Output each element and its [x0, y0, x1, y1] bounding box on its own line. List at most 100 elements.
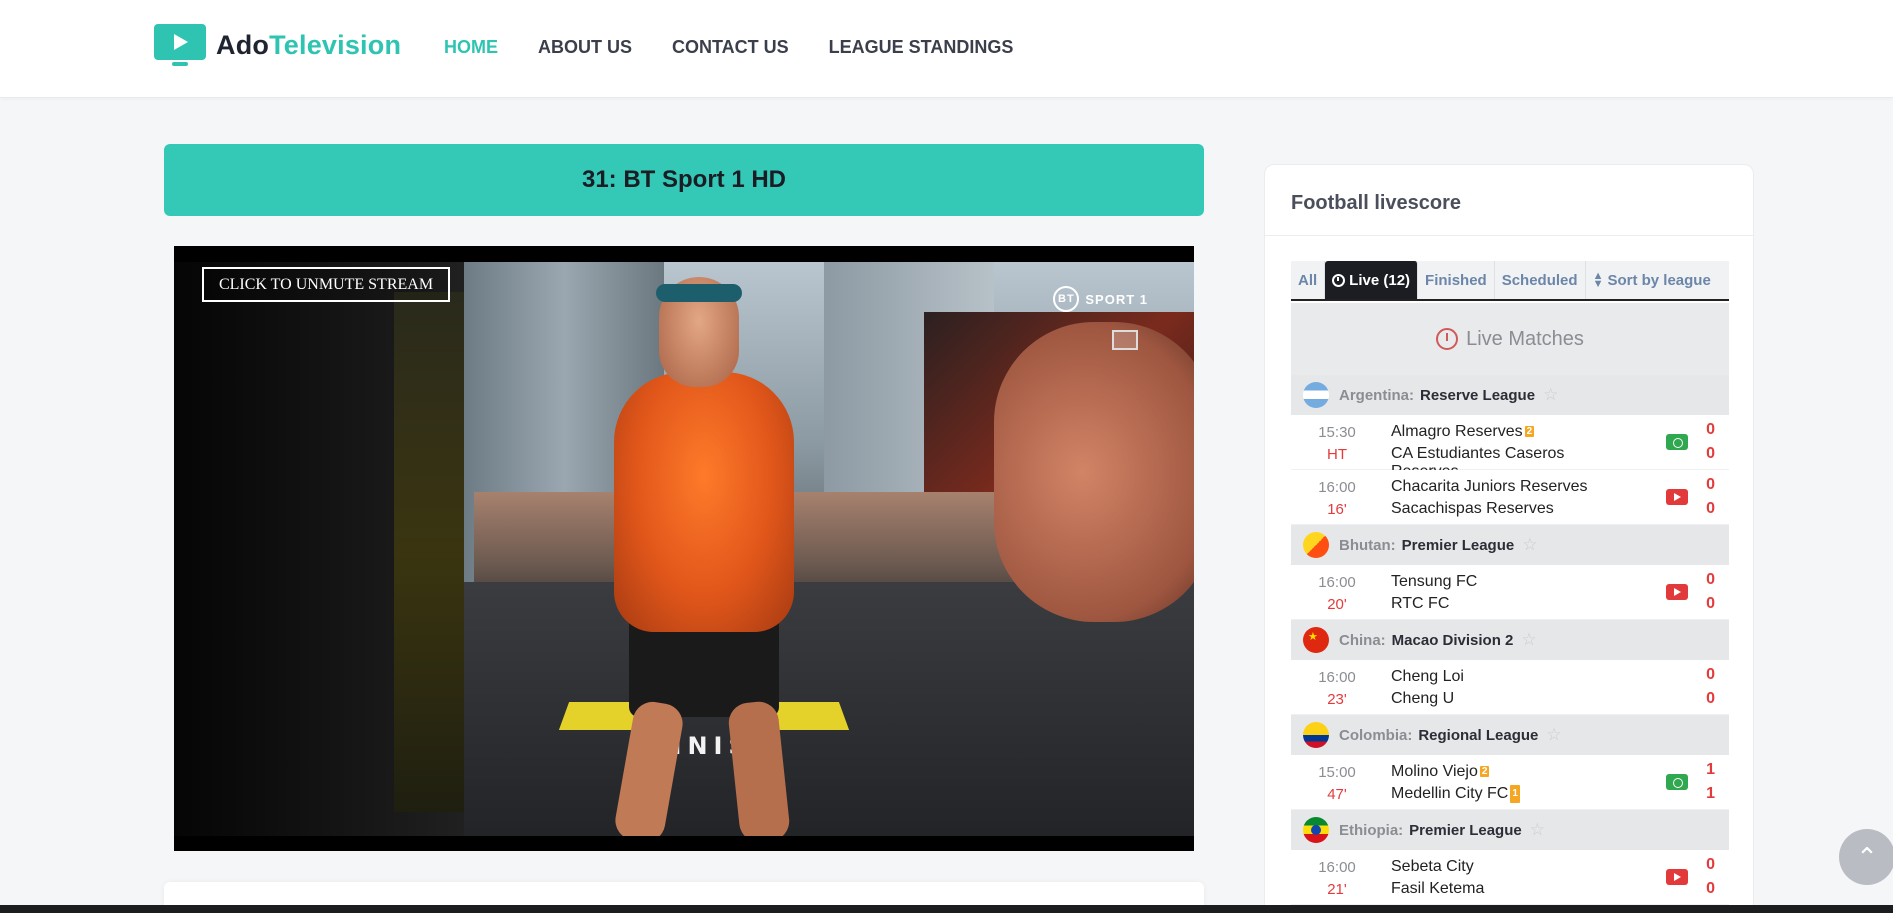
- tab-sort-by-league[interactable]: ▲ ▼ Sort by league: [1586, 261, 1718, 299]
- favorite-star-icon[interactable]: ☆: [1521, 630, 1536, 650]
- home-score: 0: [1706, 856, 1715, 873]
- home-team-name: Molino Viejo: [1391, 763, 1478, 780]
- site-logo[interactable]: AdoTelevision: [154, 24, 401, 66]
- video-icon[interactable]: [1666, 869, 1688, 885]
- brand-name-part2: Television: [269, 29, 402, 60]
- flag-et-icon: [1303, 817, 1329, 843]
- league-header[interactable]: Bhutan: Premier League ☆: [1291, 525, 1729, 565]
- match-status: 20': [1327, 596, 1347, 613]
- scroll-to-top-button[interactable]: ⌃: [1839, 829, 1893, 885]
- tab-scheduled[interactable]: Scheduled: [1495, 261, 1586, 299]
- video-frame[interactable]: FINISH BT SPORT 1: [174, 262, 1194, 836]
- home-team: Tensung FC: [1391, 573, 1477, 591]
- match-row[interactable]: 16:00 20' Tensung FC RTC FC 0 0: [1291, 565, 1729, 620]
- favorite-star-icon[interactable]: ☆: [1530, 820, 1545, 840]
- home-team: Almagro Reserves 2: [1391, 423, 1535, 441]
- away-team: RTC FC: [1391, 595, 1449, 613]
- league-country: Ethiopia:: [1339, 821, 1404, 839]
- channel-title: 31: BT Sport 1 HD: [581, 166, 787, 193]
- sort-icon: ▲ ▼: [1592, 270, 1604, 290]
- tv-logo-icon: [154, 24, 206, 66]
- clock-icon: [1332, 273, 1346, 287]
- match-time: 16:00: [1318, 669, 1356, 686]
- tab-finished[interactable]: Finished: [1418, 261, 1495, 299]
- away-team: Fasil Ketema: [1391, 880, 1484, 898]
- away-team-name: Cheng U: [1391, 690, 1455, 707]
- match-row[interactable]: 16:00 23' Cheng Loi Cheng U 0 0: [1291, 660, 1729, 715]
- live-matches-heading: Live Matches: [1291, 303, 1729, 375]
- tab-live[interactable]: Live (12): [1325, 261, 1419, 299]
- pitch-icon[interactable]: [1666, 434, 1688, 450]
- home-score: 0: [1706, 476, 1715, 493]
- card-count-badge: 2: [1524, 426, 1535, 437]
- away-team: Medellin City FC 1: [1391, 785, 1520, 803]
- brand-name-part1: Ado: [216, 29, 270, 60]
- nav-home[interactable]: HOME: [444, 37, 498, 58]
- tab-sort-label: Sort by league: [1607, 271, 1711, 289]
- divider: [1265, 235, 1753, 236]
- favorite-star-icon[interactable]: ☆: [1522, 535, 1537, 555]
- video-icon[interactable]: [1666, 489, 1688, 505]
- away-score: 0: [1706, 690, 1715, 707]
- video-player[interactable]: FINISH BT SPORT 1 CLICK TO UNMUTE STREAM: [174, 246, 1194, 851]
- flag-co-icon: [1303, 722, 1329, 748]
- tab-all-label: All: [1298, 271, 1318, 289]
- league-header[interactable]: Argentina: Reserve League ☆: [1291, 375, 1729, 415]
- home-score: 0: [1706, 571, 1715, 588]
- livescore-title: Football livescore: [1291, 192, 1462, 214]
- main-nav: HOME ABOUT US CONTACT US LEAGUE STANDING…: [444, 37, 1013, 58]
- league-header[interactable]: Ethiopia: Premier League ☆: [1291, 810, 1729, 850]
- match-list: Argentina: Reserve League ☆ 15:30 HT Almagro …: [1291, 375, 1729, 905]
- tab-all[interactable]: All: [1291, 261, 1326, 299]
- match-row[interactable]: 15:00 47' Molino Viejo 2 Medellin City FC 1 1 1: [1291, 755, 1729, 810]
- away-score: 0: [1706, 500, 1715, 517]
- brand-name: AdoTelevision: [216, 30, 401, 61]
- home-team: Molino Viejo 2: [1391, 763, 1490, 781]
- away-team: Sacachispas Reserves: [1391, 500, 1554, 518]
- match-time: 15:00: [1318, 764, 1356, 781]
- favorite-star-icon[interactable]: ☆: [1543, 385, 1558, 405]
- pitch-icon[interactable]: [1666, 774, 1688, 790]
- nav-league-standings[interactable]: LEAGUE STANDINGS: [829, 37, 1014, 58]
- unmute-stream-button[interactable]: CLICK TO UNMUTE STREAM: [202, 267, 450, 302]
- home-team-name: Cheng Loi: [1391, 668, 1464, 685]
- card-count-badge: 2: [1479, 766, 1490, 777]
- away-score: 1: [1706, 785, 1715, 802]
- clock-icon: [1436, 328, 1459, 350]
- league-country: Argentina:: [1339, 386, 1414, 404]
- livescore-tabs: All Live (12) Finished Scheduled ▲ ▼ Sort …: [1291, 261, 1729, 301]
- match-status: HT: [1327, 446, 1347, 463]
- bt-sport-logo: BT SPORT 1: [1053, 286, 1148, 312]
- league-header[interactable]: China: Macao Division 2 ☆: [1291, 620, 1729, 660]
- favorite-star-icon[interactable]: ☆: [1546, 725, 1561, 745]
- home-team: Sebeta City: [1391, 858, 1474, 876]
- home-team: Cheng Loi: [1391, 668, 1464, 686]
- match-time: 16:00: [1318, 479, 1356, 496]
- league-name: Premier League: [1401, 536, 1515, 554]
- match-row[interactable]: 15:30 HT Almagro Reserves 2 CA Estudiantes C…: [1291, 415, 1729, 480]
- match-time: 16:00: [1318, 859, 1356, 876]
- home-team-name: Tensung FC: [1391, 573, 1478, 590]
- nav-contact-us[interactable]: CONTACT US: [672, 37, 789, 58]
- bottom-bar: [0, 905, 1893, 913]
- match-row[interactable]: 16:00 21' Sebeta City Fasil Ketema 0 0: [1291, 850, 1729, 905]
- match-row[interactable]: 16:00 16' Chacarita Juniors Reserves Sacach…: [1291, 470, 1729, 525]
- league-country: Colombia:: [1339, 726, 1413, 744]
- flag-ar-icon: [1303, 382, 1329, 408]
- match-time: 15:30: [1318, 424, 1356, 441]
- league-header[interactable]: Colombia: Regional League ☆: [1291, 715, 1729, 755]
- away-score: 0: [1706, 445, 1715, 462]
- bt-logo-icon: BT: [1053, 286, 1080, 312]
- match-status: 47': [1327, 786, 1347, 803]
- away-team-name: Sacachispas Reserves: [1391, 500, 1554, 517]
- away-team-name: Medellin City FC: [1391, 785, 1509, 802]
- home-score: 0: [1706, 666, 1715, 683]
- home-team-name: Almagro Reserves: [1391, 423, 1523, 440]
- flag-bt-icon: [1303, 532, 1329, 558]
- home-score: 0: [1706, 421, 1715, 438]
- video-icon[interactable]: [1666, 584, 1688, 600]
- nav-about-us[interactable]: ABOUT US: [538, 37, 632, 58]
- away-score: 0: [1706, 880, 1715, 897]
- league-name: Macao Division 2: [1391, 631, 1514, 649]
- match-time: 16:00: [1318, 574, 1356, 591]
